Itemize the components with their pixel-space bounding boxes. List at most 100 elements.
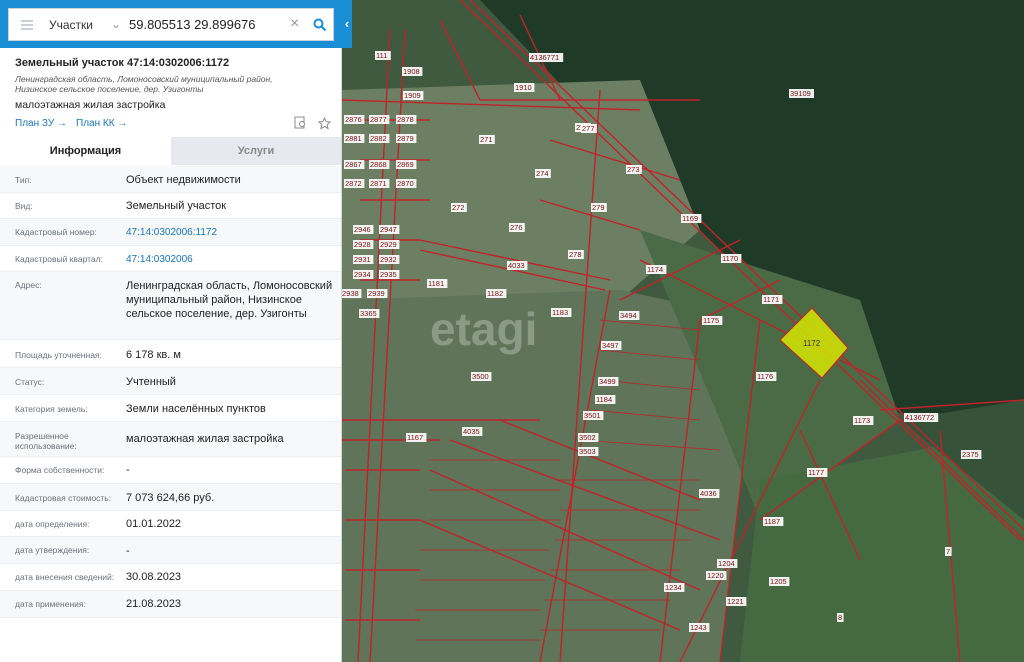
cadastral-quarter-link[interactable]: 47:14:0302006 (126, 253, 336, 267)
field-row: дата внесения сведений: 30.08.2023 (0, 564, 341, 591)
star-icon[interactable] (318, 116, 332, 134)
parcel-label: 2938 (342, 289, 359, 298)
collapse-panel-button[interactable]: ‹ (342, 14, 352, 34)
chevron-down-icon[interactable]: ⌄ (111, 17, 121, 31)
field-row: Кадастровый номер: 47:14:0302006:1172 (0, 219, 341, 246)
parcel-label: 39109 (790, 89, 811, 98)
parcel-label: 3497 (602, 341, 619, 350)
parcel-label: 1234 (665, 583, 682, 592)
parcel-label: 3494 (620, 311, 637, 320)
parcel-label: 2932 (380, 255, 397, 264)
tabs: Информация Услуги (0, 137, 341, 167)
field-row: Кадастровая стоимость: 7 073 624,66 руб. (0, 484, 341, 511)
search-bar: Участки ⌄ 59.805513 29.899676 × ‹ (0, 0, 352, 48)
parcel-label: 3501 (584, 411, 601, 420)
field-row: Адрес: Ленинградская область, Ломоносовс… (0, 272, 341, 340)
parcel-label: 1184 (596, 395, 612, 404)
plan-zu-link[interactable]: План ЗУ → (15, 118, 67, 129)
field-label: Вид: (15, 201, 33, 211)
parcel-label: 1187 (764, 517, 780, 526)
parcel-label: 2375 (962, 450, 979, 459)
parcel-label: 3500 (472, 372, 489, 381)
field-row: Вид: Земельный участок (0, 193, 341, 219)
info-panel: Участки ⌄ 59.805513 29.899676 × ‹ Земель… (0, 0, 352, 662)
parcel-label: 274 (536, 169, 549, 178)
parcel-label: 2871 (370, 179, 387, 188)
parcel-label: 111 (376, 51, 387, 60)
field-label: Кадастровая стоимость: (15, 493, 112, 503)
parcel-label: 4033 (508, 261, 525, 270)
parcel-label: 2879 (397, 134, 414, 143)
search-button[interactable] (307, 9, 333, 40)
parcel-label: 2882 (370, 134, 387, 143)
watermark: etagi (430, 303, 537, 355)
tab-services[interactable]: Услуги (171, 137, 341, 165)
parcel-label: 2876 (345, 115, 362, 124)
field-value: Земли населённых пунктов (126, 403, 266, 415)
search-document-icon[interactable] (294, 116, 312, 134)
parcel-label: 2946 (354, 225, 371, 234)
parcel-label: 273 (627, 165, 640, 174)
parcel-label: 2947 (380, 225, 397, 234)
field-row: дата утверждения: - (0, 537, 341, 564)
close-icon[interactable]: × (290, 15, 299, 33)
parcel-label: 1243 (690, 623, 707, 632)
parcel-label: 1908 (403, 67, 420, 76)
parcel-label: 2935 (380, 270, 397, 279)
field-label: Кадастровый номер: (15, 227, 97, 237)
parcel-label: 1169 (682, 214, 698, 223)
parcel-label: 1182 (487, 289, 503, 298)
field-row: дата определения: 01.01.2022 (0, 511, 341, 537)
parcel-label: 1177 (808, 468, 824, 477)
parcel-label: 8 (838, 613, 842, 622)
category-select[interactable]: Участки (49, 18, 93, 32)
field-label: Тип: (15, 175, 32, 185)
parcel-label: 2934 (354, 270, 371, 279)
action-icons (294, 116, 332, 135)
field-value: Земельный участок (126, 200, 227, 212)
address-subtitle: Ленинградская область, Ломоносовский мун… (15, 74, 273, 94)
parcel-label: 2878 (397, 115, 414, 124)
field-label: Категория земель: (15, 404, 88, 414)
parcel-label: 3502 (579, 433, 596, 442)
parcel-label: 4136771 (530, 53, 559, 62)
parcel-label: 271 (480, 135, 493, 144)
highlighted-parcel-label: 1172 (803, 339, 821, 348)
parcel-label: 3503 (579, 447, 596, 456)
field-row: Тип: Объект недвижимости (0, 166, 341, 193)
page-title: Земельный участок 47:14:0302006:1172 (15, 57, 230, 69)
parcel-label: 2881 (345, 134, 362, 143)
plan-kk-link[interactable]: План КК → (76, 118, 127, 129)
field-label: Статус: (15, 377, 45, 387)
parcel-label: 2929 (380, 240, 397, 249)
parcel-label: 278 (569, 250, 582, 259)
parcel-label: 1909 (404, 91, 421, 100)
parcel-label: 2877 (370, 115, 387, 124)
layers-icon[interactable] (19, 17, 35, 33)
field-row: дата применения: 21.08.2023 (0, 591, 341, 618)
usage-text: малоэтажная жилая застройка (15, 99, 166, 111)
parcel-label: 3365 (360, 309, 377, 318)
field-value: 7 073 624,66 руб. (126, 492, 215, 504)
parcel-label: 1181 (428, 279, 444, 288)
field-row: Форма собственности: - (0, 457, 341, 484)
field-row: Статус: Учтенный (0, 368, 341, 395)
parcel-label: 2931 (354, 255, 371, 264)
field-value: 6 178 кв. м (126, 349, 181, 361)
field-label: Форма собственности: (15, 465, 105, 475)
cadastral-number-link[interactable]: 47:14:0302006:1172 (126, 226, 336, 240)
parcel-label: 277 (582, 124, 595, 133)
field-value: малоэтажная жилая застройка (126, 433, 284, 445)
parcel-label: 4136772 (905, 413, 934, 422)
parcel-label: 1175 (703, 316, 719, 325)
field-label: дата утверждения: (15, 545, 90, 555)
parcel-label: 1910 (515, 83, 532, 92)
parcel-label: 2939 (368, 289, 385, 298)
tab-info[interactable]: Информация (0, 137, 171, 167)
search-input[interactable]: 59.805513 29.899676 (129, 17, 256, 32)
parcel-label: 4036 (700, 489, 717, 498)
parcel-label: 4035 (463, 427, 480, 436)
parcel-label: 1167 (407, 433, 423, 442)
field-label: дата определения: (15, 519, 90, 529)
field-label: дата применения: (15, 599, 86, 609)
